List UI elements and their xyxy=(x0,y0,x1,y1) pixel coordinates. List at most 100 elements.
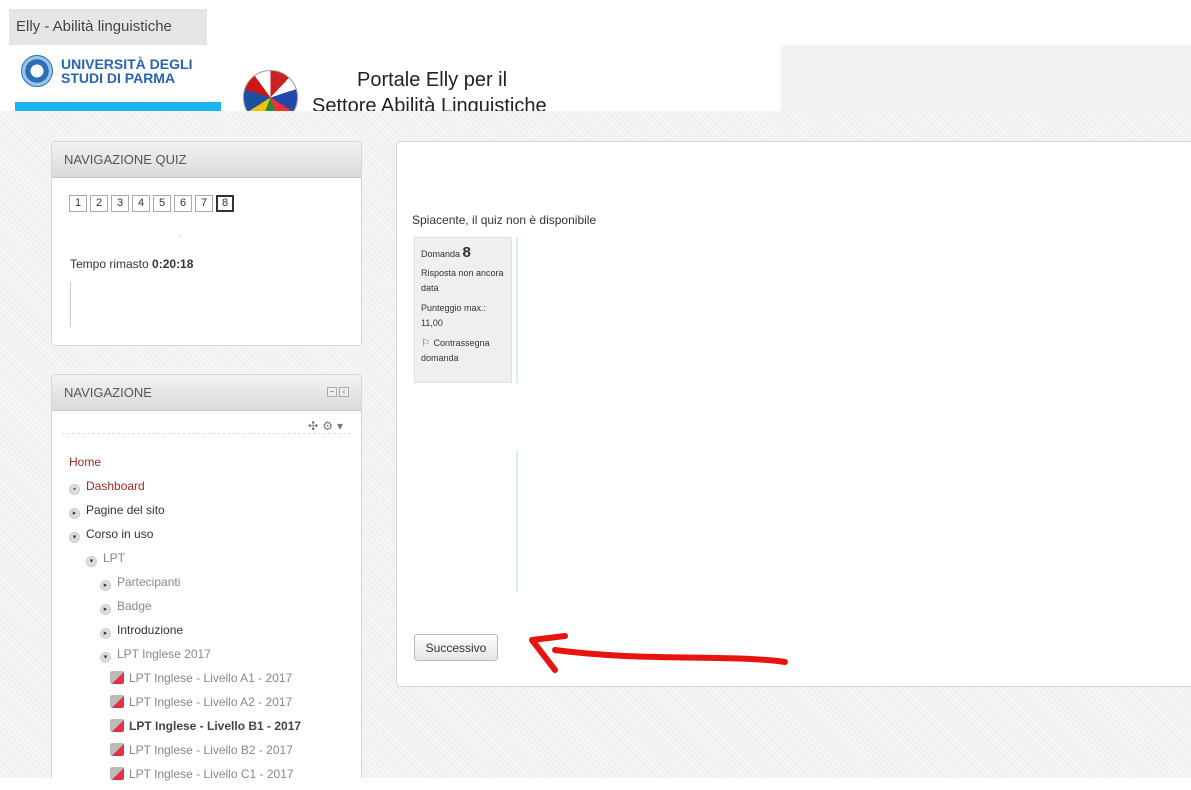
quiz-icon xyxy=(110,743,124,756)
nav-item-label: Pagine del sito xyxy=(86,503,165,517)
arrow-shaft xyxy=(552,647,788,665)
nav-item-site-pages[interactable]: ▸ Pagine del sito xyxy=(69,502,359,526)
collapse-arrow-icon: ▾ xyxy=(100,652,111,663)
next-button[interactable]: Successivo xyxy=(414,634,498,661)
nav-item-badges[interactable]: ▸ Badge xyxy=(69,598,359,622)
block-controls: − ‹ xyxy=(327,387,349,397)
university-name: UNIVERSITÀ DEGLI STUDI DI PARMA xyxy=(61,57,231,85)
chevron-down-icon[interactable]: ▾ xyxy=(337,419,347,433)
question-button-3[interactable]: 3 xyxy=(111,195,129,212)
nav-item-label: Badge xyxy=(117,599,152,613)
nav-item-quiz-a1[interactable]: LPT Inglese - Livello A1 - 2017 xyxy=(69,670,359,694)
nav-item-lpt[interactable]: ▾ LPT xyxy=(69,550,359,574)
collapse-arrow-icon: ▾ xyxy=(86,556,97,567)
navigation-header: NAVIGAZIONE − ‹ xyxy=(52,375,361,411)
quiz-navigation-title: NAVIGAZIONE QUIZ xyxy=(52,142,361,178)
question-body-border xyxy=(516,450,518,592)
quiz-navigation-block: NAVIGAZIONE QUIZ 1 2 3 4 5 6 7 8 · Tempo… xyxy=(51,141,362,346)
move-icon[interactable]: ✣ xyxy=(308,419,322,433)
nav-item-label: Introduzione xyxy=(117,623,184,637)
gear-icon[interactable]: ⚙ xyxy=(322,419,337,433)
dock-block-icon[interactable]: ‹ xyxy=(339,387,349,397)
nav-item-label: LPT Inglese - Livello B1 - 2017 xyxy=(129,719,302,733)
nav-item-label: Home xyxy=(69,455,102,469)
timer-box xyxy=(70,282,248,327)
question-button-1[interactable]: 1 xyxy=(69,195,87,212)
window-title-tab: Elly - Abilità linguistiche xyxy=(9,9,207,45)
divider xyxy=(62,433,351,434)
portal-title-line2: Settore Abilità Linguistiche xyxy=(312,95,547,111)
bullet-icon: ▪ xyxy=(69,484,80,495)
university-name-line2: STUDI DI PARMA xyxy=(61,70,176,86)
banner-filler xyxy=(781,45,1191,111)
max-score-value: 11,00 xyxy=(421,318,443,328)
time-remaining-label: Tempo rimasto xyxy=(70,257,149,271)
nav-item-label: LPT Inglese - Livello A1 - 2017 xyxy=(129,671,293,685)
university-logo[interactable]: UNIVERSITÀ DEGLI STUDI DI PARMA xyxy=(21,55,221,95)
portal-title: Portale Elly per il Settore Abilità Ling… xyxy=(312,68,547,111)
flag-question-label: Contrassegna domanda xyxy=(421,338,490,363)
nav-item-quiz-b1-active[interactable]: LPT Inglese - Livello B1 - 2017 xyxy=(69,718,359,742)
quiz-icon xyxy=(110,671,124,684)
nav-item-dashboard[interactable]: ▪ Dashboard xyxy=(69,478,359,502)
expand-arrow-icon: ▸ xyxy=(100,604,111,615)
nav-item-participants[interactable]: ▸ Partecipanti xyxy=(69,574,359,598)
max-score-label: Punteggio max.: xyxy=(421,303,487,313)
question-number: Domanda 8 xyxy=(421,244,511,261)
question-number-label: Domanda xyxy=(421,249,461,259)
site-banner: UNIVERSITÀ DEGLI STUDI DI PARMA Portale … xyxy=(11,45,781,111)
separator-dot: · xyxy=(178,230,182,241)
navigation-block: NAVIGAZIONE − ‹ ✣⚙▾ Home ▪ Dashboard ▸ Pag… xyxy=(51,374,362,781)
nav-item-label: LPT Inglese - Livello C1 - 2017 xyxy=(129,767,294,781)
quiz-icon xyxy=(110,695,124,708)
banner-accent-strip xyxy=(15,102,221,111)
collapse-block-icon[interactable]: − xyxy=(327,387,337,397)
quiz-content-region: Spiacente, il quiz non è disponibile Dom… xyxy=(396,141,1191,687)
flags-globe-icon xyxy=(243,70,298,111)
question-button-5[interactable]: 5 xyxy=(153,195,171,212)
question-button-7[interactable]: 7 xyxy=(195,195,213,212)
nav-item-quiz-b2[interactable]: LPT Inglese - Livello B2 - 2017 xyxy=(69,742,359,766)
question-button-8-current[interactable]: 8 xyxy=(216,195,234,212)
nav-item-label: LPT Inglese - Livello B2 - 2017 xyxy=(129,743,293,757)
question-body-border xyxy=(516,237,518,383)
time-remaining-value: 0:20:18 xyxy=(152,257,194,271)
question-status: Risposta non ancora data xyxy=(421,268,504,293)
quiz-unavailable-message: Spiacente, il quiz non è disponibile xyxy=(412,213,597,227)
expand-arrow-icon: ▸ xyxy=(100,580,111,591)
question-max-score: Punteggio max.: 11,00 xyxy=(421,301,511,331)
navigation-tree: Home ▪ Dashboard ▸ Pagine del sito ▾ Corso … xyxy=(69,454,359,790)
nav-item-home[interactable]: Home xyxy=(69,454,359,478)
block-tools: ✣⚙▾ xyxy=(308,419,347,433)
question-info-panel: Domanda 8 Risposta non ancora data Punte… xyxy=(414,237,512,383)
flag-question[interactable]: ⚐ Contrassegna domanda xyxy=(421,336,511,366)
flag-icon: ⚐ xyxy=(421,338,430,349)
question-button-4[interactable]: 4 xyxy=(132,195,150,212)
quiz-icon xyxy=(110,719,124,732)
nav-item-label: Dashboard xyxy=(86,479,145,493)
portal-title-line1: Portale Elly per il xyxy=(357,69,508,91)
nav-item-current-course[interactable]: ▾ Corso in uso xyxy=(69,526,359,550)
nav-item-quiz-c1[interactable]: LPT Inglese - Livello C1 - 2017 xyxy=(69,766,359,790)
navigation-title: NAVIGAZIONE xyxy=(64,385,152,400)
nav-item-label: LPT Inglese - Livello A2 - 2017 xyxy=(129,695,293,709)
nav-item-introduction[interactable]: ▸ Introduzione xyxy=(69,622,359,646)
collapse-arrow-icon: ▾ xyxy=(69,532,80,543)
question-buttons: 1 2 3 4 5 6 7 8 xyxy=(69,195,234,212)
time-remaining: Tempo rimasto 0:20:18 xyxy=(70,257,193,271)
expand-arrow-icon: ▸ xyxy=(100,628,111,639)
university-seal-icon xyxy=(21,55,53,87)
nav-item-label: Corso in uso xyxy=(86,527,154,541)
nav-item-quiz-a2[interactable]: LPT Inglese - Livello A2 - 2017 xyxy=(69,694,359,718)
quiz-icon xyxy=(110,767,124,780)
nav-item-label: LPT xyxy=(103,551,126,565)
nav-item-label: LPT Inglese 2017 xyxy=(117,647,211,661)
nav-item-label: Partecipanti xyxy=(117,575,181,589)
university-name-line1: UNIVERSITÀ DEGLI xyxy=(61,56,193,72)
question-number-value: 8 xyxy=(462,244,471,261)
question-button-2[interactable]: 2 xyxy=(90,195,108,212)
expand-arrow-icon: ▸ xyxy=(69,508,80,519)
red-annotation-arrow xyxy=(529,633,788,673)
question-button-6[interactable]: 6 xyxy=(174,195,192,212)
nav-item-lpt-inglese-2017[interactable]: ▾ LPT Inglese 2017 xyxy=(69,646,359,670)
